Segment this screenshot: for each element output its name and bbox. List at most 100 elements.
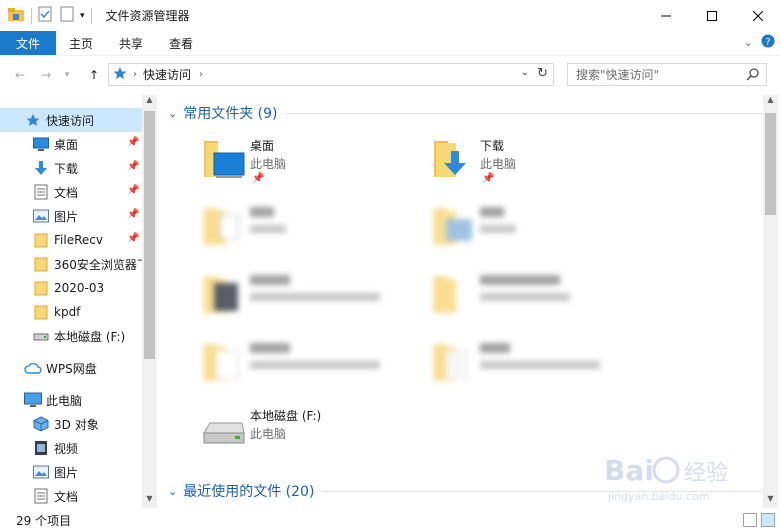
close-icon[interactable] [735, 0, 781, 31]
breadcrumb-quick-access[interactable]: 快速访问 [143, 66, 191, 83]
nav-item-label: 文档 [54, 489, 79, 504]
properties-icon[interactable] [38, 6, 52, 25]
nav-item-kpdf[interactable]: kpdf [0, 300, 142, 324]
svg-text:jingyan.baidu.com: jingyan.baidu.com [607, 490, 710, 503]
window-controls [643, 0, 781, 31]
scroll-up-icon[interactable]: ▲ [763, 95, 778, 109]
nav-item-label: 图片 [54, 465, 79, 480]
tile-location: 此电脑 [250, 157, 287, 171]
folder-tile-blurred[interactable] [202, 205, 422, 265]
folder-tile-blurred[interactable] [202, 273, 422, 333]
svg-text:Bai: Bai [604, 454, 654, 487]
minimize-icon[interactable] [643, 0, 689, 31]
nav-item-drive-f[interactable]: 本地磁盘 (F:) [0, 324, 142, 348]
this-pc-icon [24, 391, 42, 409]
content-scrollbar-thumb[interactable] [765, 113, 776, 215]
group-divider [285, 112, 762, 114]
file-explorer-window: ▾ 文件资源管理器 文件 主页 共享 查看 ⌄ ? ← → ▾ ↑ › 快速访问… [0, 0, 781, 531]
pin-icon[interactable]: 📌 [127, 233, 139, 244]
pin-icon[interactable]: 📌 [127, 161, 139, 172]
forward-arrow-icon: → [40, 68, 52, 82]
ribbon-tabs: 文件 主页 共享 查看 ⌄ ? [0, 31, 781, 56]
folder-icon [32, 255, 50, 273]
nav-item-360-browser[interactable]: 360安全浏览器下 [0, 252, 142, 276]
tab-home[interactable]: 主页 [56, 31, 106, 55]
help-icon[interactable]: ? [761, 34, 775, 51]
picture-icon [32, 207, 50, 225]
details-view-icon[interactable] [743, 513, 757, 527]
scroll-down-icon[interactable]: ▼ [763, 494, 778, 508]
3d-objects-icon [32, 415, 50, 433]
forward-button[interactable]: → [34, 63, 58, 87]
pin-icon[interactable]: 📌 [127, 137, 139, 148]
nav-item-documents[interactable]: 文档 📌 [0, 180, 142, 204]
watermark: Bai 经验 jingyan.baidu.com [602, 446, 752, 506]
document-icon [32, 183, 50, 201]
quick-access-star-icon [113, 66, 127, 83]
new-folder-icon[interactable] [60, 6, 74, 25]
collapse-chevron-icon[interactable]: ⌄ [168, 485, 177, 498]
nav-item-label: 文档 [54, 185, 79, 200]
nav-item-documents-pc[interactable]: 文档 [0, 484, 142, 508]
nav-quick-access-label: 快速访问 [46, 113, 95, 128]
explorer-app-icon [7, 6, 25, 25]
tab-share[interactable]: 共享 [106, 31, 156, 55]
address-dropdown-icon[interactable]: ⌄ [521, 67, 529, 78]
nav-item-videos[interactable]: 视频 [0, 436, 142, 460]
customize-qat-icon[interactable]: ▾ [80, 11, 85, 21]
folder-tile-blurred[interactable] [202, 341, 422, 401]
desktop-icon [32, 135, 50, 153]
tab-view[interactable]: 查看 [156, 31, 206, 55]
scroll-down-icon[interactable]: ▼ [142, 494, 157, 508]
video-icon [32, 439, 50, 457]
folder-tile-blurred[interactable] [432, 341, 652, 401]
content-scrollbar[interactable]: ▲ ▼ [763, 95, 778, 508]
tab-file[interactable]: 文件 [0, 31, 56, 55]
folder-tile-blurred[interactable] [432, 205, 652, 265]
tiles-view-icon[interactable] [761, 513, 775, 527]
folder-tile-downloads[interactable]: 下载 此电脑 📌 [432, 137, 652, 197]
address-bar[interactable]: › 快速访问 › ⌄ ↻ [108, 63, 554, 86]
folder-icon [32, 279, 50, 297]
nav-scrollbar[interactable]: ▲ ▼ [142, 95, 157, 508]
pin-icon[interactable]: 📌 [127, 185, 139, 196]
back-arrow-icon: ← [14, 68, 26, 82]
folder-icon [32, 231, 50, 249]
up-button[interactable]: ↑ [82, 63, 106, 87]
refresh-icon[interactable]: ↻ [537, 66, 548, 81]
ribbon-right-controls: ⌄ ? [744, 34, 775, 51]
nav-item-label: 下载 [54, 161, 79, 176]
pin-icon[interactable]: 📌 [127, 209, 139, 220]
nav-item-wps[interactable]: WPS网盘 [0, 356, 142, 380]
frequent-folders-title: 常用文件夹 (9) [183, 106, 278, 122]
back-button[interactable]: ← [8, 63, 32, 87]
nav-item-pictures[interactable]: 图片 📌 [0, 204, 142, 228]
scroll-up-icon[interactable]: ▲ [142, 95, 157, 109]
expand-ribbon-icon[interactable]: ⌄ [744, 36, 753, 49]
drive-tile-f[interactable]: 本地磁盘 (F:) 此电脑 [202, 407, 422, 467]
nav-item-filerecv[interactable]: FileRecv 📌 [0, 228, 142, 252]
maximize-icon[interactable] [689, 0, 735, 31]
nav-item-downloads[interactable]: 下载 📌 [0, 156, 142, 180]
nav-item-this-pc[interactable]: 此电脑 [0, 388, 142, 412]
desktop-folder-icon [202, 137, 246, 184]
nav-item-3d-objects[interactable]: 3D 对象 [0, 412, 142, 436]
nav-item-pictures-pc[interactable]: 图片 [0, 460, 142, 484]
search-input[interactable]: 搜索"快速访问" [567, 63, 767, 86]
nav-quick-access[interactable]: 快速访问 [0, 108, 142, 132]
pin-icon: 📌 [252, 173, 265, 184]
pin-icon: 📌 [482, 173, 495, 184]
nav-item-label: 360安全浏览器下 [54, 257, 142, 272]
nav-item-2020-03[interactable]: 2020-03 [0, 276, 142, 300]
recent-locations-button[interactable]: ▾ [60, 63, 74, 87]
nav-item-label: 图片 [54, 209, 79, 224]
tile-name: 本地磁盘 (F:) [250, 409, 322, 423]
folder-tile-desktop[interactable]: 桌面 此电脑 📌 [202, 137, 422, 197]
view-buttons [743, 513, 775, 527]
frequent-folders-header[interactable]: ⌄ 常用文件夹 (9) [168, 103, 762, 123]
nav-scrollbar-thumb[interactable] [144, 111, 155, 359]
nav-item-desktop[interactable]: 桌面 📌 [0, 132, 142, 156]
tile-name: 桌面 [250, 139, 275, 153]
collapse-chevron-icon[interactable]: ⌄ [168, 107, 177, 120]
folder-tile-blurred[interactable] [432, 273, 652, 333]
